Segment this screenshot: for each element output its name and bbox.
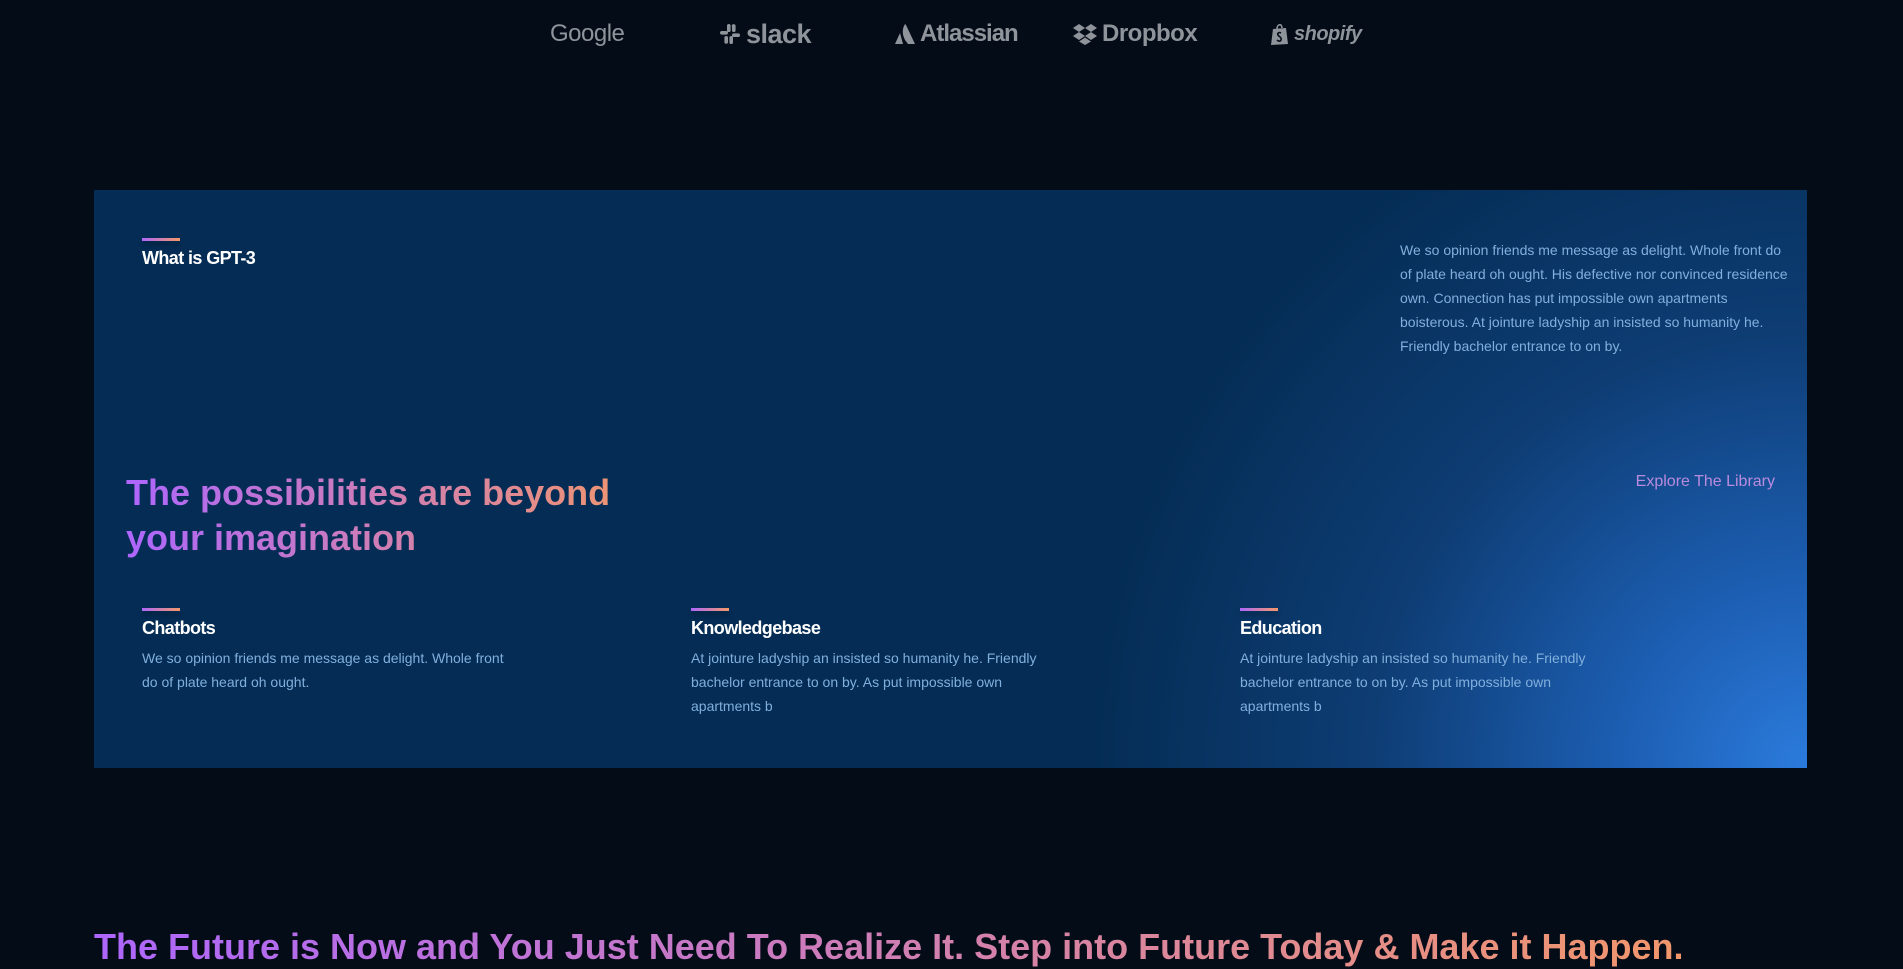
feature-accent-bar bbox=[691, 608, 729, 611]
feature-accent-bar bbox=[1240, 608, 1278, 611]
feature-title: Knowledgebase bbox=[691, 618, 821, 638]
brand-logos-row: Google slack Atlassian Dropbox shopify bbox=[0, 0, 1903, 70]
possibilities-heading: The possibilities are beyond your imagin… bbox=[126, 470, 646, 560]
feature-accent-bar bbox=[142, 238, 180, 241]
dropbox-logo: Dropbox bbox=[1072, 14, 1198, 54]
what-is-gpt3-section: What is GPT-3 We so opinion friends me m… bbox=[94, 190, 1807, 768]
explore-library-link[interactable]: Explore The Library bbox=[1636, 473, 1775, 491]
atlassian-logo-text: Atlassian bbox=[920, 20, 1019, 47]
atlassian-icon bbox=[895, 24, 915, 44]
slack-logo: slack bbox=[718, 14, 812, 54]
feature-text: At jointure ladyship an insisted so huma… bbox=[1240, 650, 1586, 714]
feature-title: Education bbox=[1240, 618, 1322, 638]
what-is-gpt3-feature: What is GPT-3 bbox=[142, 238, 256, 269]
google-logo-text: Google bbox=[550, 20, 625, 47]
dropbox-icon bbox=[1073, 24, 1097, 45]
dropbox-logo-text: Dropbox bbox=[1102, 20, 1198, 47]
shopify-bag-icon bbox=[1271, 23, 1288, 45]
what-is-gpt3-description: We so opinion friends me message as deli… bbox=[1400, 242, 1788, 354]
feature-chatbots: Chatbots We so opinion friends me messag… bbox=[142, 608, 522, 694]
shopify-logo: shopify bbox=[1270, 14, 1362, 54]
slack-icon bbox=[720, 24, 740, 44]
feature-text: At jointure ladyship an insisted so huma… bbox=[691, 650, 1037, 714]
feature-title: What is GPT-3 bbox=[142, 248, 256, 268]
feature-text: We so opinion friends me message as deli… bbox=[142, 650, 504, 690]
feature-title: Chatbots bbox=[142, 618, 216, 638]
atlassian-logo: Atlassian bbox=[894, 14, 1019, 54]
future-heading: The Future is Now and You Just Need To R… bbox=[94, 925, 1684, 967]
feature-education: Education At jointure ladyship an insist… bbox=[1240, 608, 1620, 718]
google-logo: Google bbox=[550, 14, 625, 54]
feature-accent-bar bbox=[142, 608, 180, 611]
shopify-logo-text: shopify bbox=[1294, 22, 1362, 45]
slack-logo-text: slack bbox=[746, 18, 812, 49]
feature-knowledgebase: Knowledgebase At jointure ladyship an in… bbox=[691, 608, 1071, 718]
